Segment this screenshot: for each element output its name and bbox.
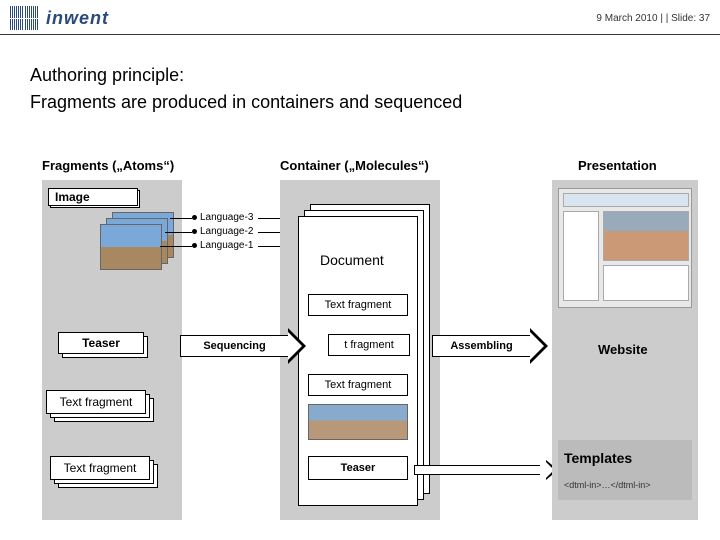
col-head-container: Container („Molecules“) [280,158,429,173]
container-image [308,404,408,440]
diagram: Fragments („Atoms“) Container („Molecule… [0,150,720,540]
arrow-head-icon [288,328,306,364]
website-label: Website [598,342,648,357]
connector-line [165,232,192,233]
teaser-card: Teaser [58,332,144,354]
connector-line [160,246,192,247]
col-head-fragments: Fragments („Atoms“) [42,158,174,173]
slide-meta: 9 March 2010 | | Slide: 37 [596,13,710,24]
assembling-arrow-label: Assembling [432,335,530,357]
col-head-presentation: Presentation [578,158,657,173]
container-teaser: Teaser [308,456,408,480]
lang-1: Language-1 [192,240,253,251]
website-screenshot [558,188,692,308]
logo-area: inwent [10,6,109,30]
image-card: Image [48,188,138,206]
text-fragment-2: Text fragment [50,456,150,480]
dot-icon [192,243,197,248]
image-thumb-front [100,224,162,270]
title-line-1: Authoring principle: [30,65,690,86]
connector-line [170,218,192,219]
logo-icon [10,6,38,30]
container-tf-b: t fragment [328,334,410,356]
title-line-2: Fragments are produced in containers and… [30,92,690,113]
sequencing-arrow-label: Sequencing [180,335,288,357]
text-fragment-1: Text fragment [46,390,146,414]
container-tf-a: Text fragment [308,294,408,316]
templates-box [558,440,692,500]
document-label: Document [320,252,384,268]
brand-name: inwent [46,8,109,29]
lang-3: Language-3 [192,212,253,223]
dot-icon [192,215,197,220]
image-card-label: Image [55,190,90,204]
header-bar: inwent 9 March 2010 | | Slide: 37 [0,0,720,35]
container-tf-c: Text fragment [308,374,408,396]
arrow-head-icon [530,328,548,364]
template-code: <dtml-in>…</dtml-in> [564,480,651,490]
assembling-arrow: Assembling [432,332,562,360]
lang-2: Language-2 [192,226,253,237]
teaser-to-template-arrow [414,456,564,484]
sequencing-arrow: Sequencing [180,332,320,360]
dot-icon [192,229,197,234]
title-block: Authoring principle: Fragments are produ… [0,35,720,123]
templates-label: Templates [564,450,632,466]
